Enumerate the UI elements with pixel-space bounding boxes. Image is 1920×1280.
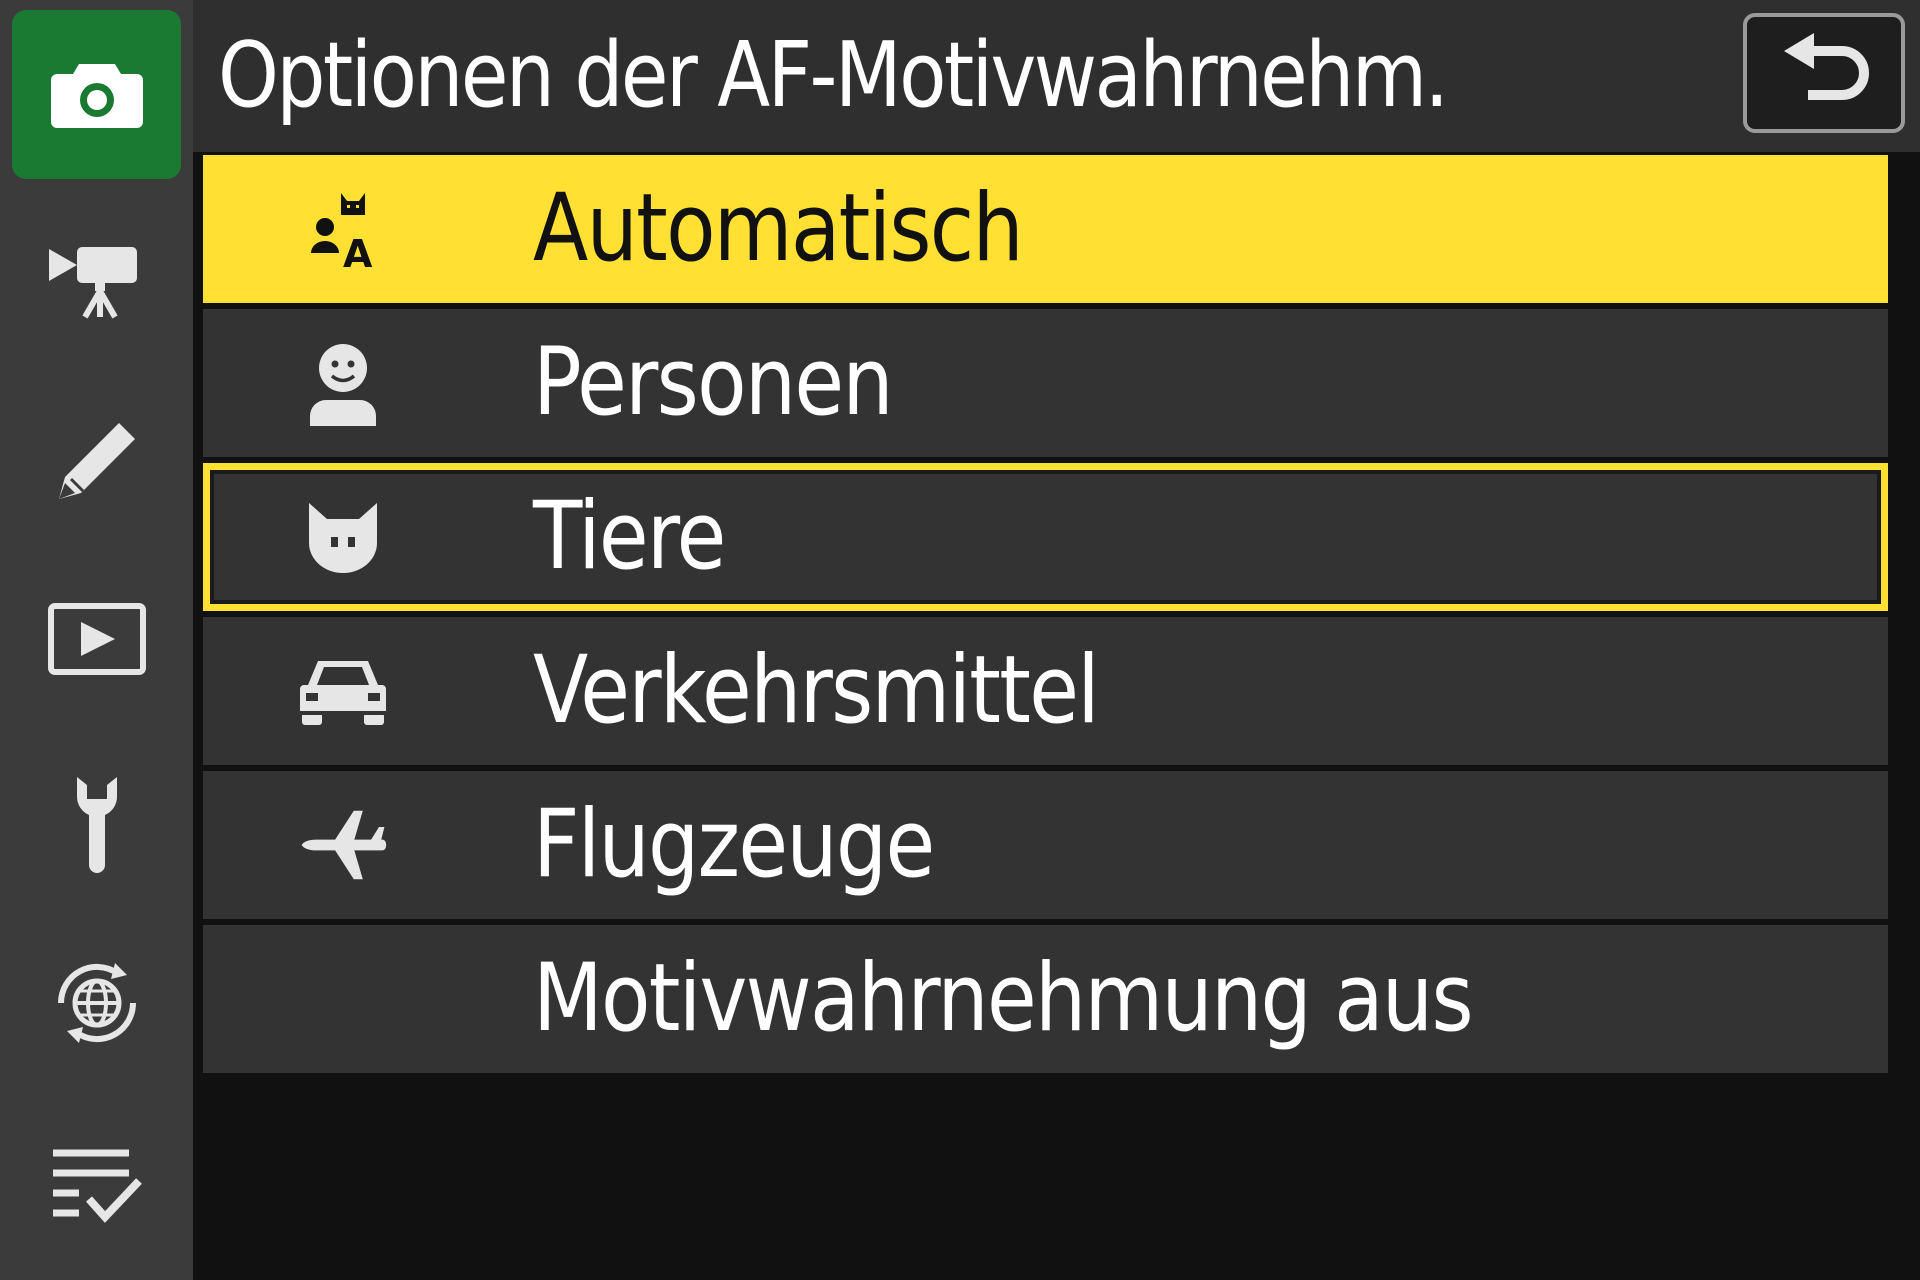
vehicle-icon [298, 646, 388, 736]
menu-header: Optionen der AF-Motivwahrnehm. [193, 0, 1920, 152]
playback-icon [47, 602, 146, 675]
airplane-icon [298, 800, 388, 890]
menu-item-label: Personen [533, 328, 894, 437]
checklist-icon [52, 1149, 142, 1223]
pencil-icon [58, 422, 135, 499]
menu-item-automatisch[interactable]: A Automatisch [203, 155, 1888, 303]
menu-item-label: Verkehrsmittel [533, 636, 1100, 745]
menu-item-tiere[interactable]: Tiere [203, 463, 1888, 611]
back-button[interactable] [1743, 13, 1905, 133]
menu-item-personen[interactable]: Personen [203, 309, 1888, 457]
menu-item-verkehrsmittel[interactable]: Verkehrsmittel [203, 617, 1888, 765]
tab-playback[interactable] [12, 555, 181, 724]
camera-menu-screen: Optionen der AF-Motivwahrnehm. A Automat… [0, 0, 1920, 1280]
menu-item-label: Automatisch [533, 174, 1024, 283]
network-globe-icon [57, 962, 136, 1043]
tab-my-menu[interactable] [12, 1100, 181, 1269]
tab-setup[interactable] [12, 738, 181, 907]
menu-item-flugzeuge[interactable]: Flugzeuge [203, 771, 1888, 919]
auto-subject-icon: A [298, 184, 388, 274]
page-title: Optionen der AF-Motivwahrnehm. [218, 23, 1449, 128]
tab-movie-recording[interactable] [12, 196, 181, 365]
menu-item-motivwahrnehmung-aus[interactable]: Motivwahrnehmung aus [203, 925, 1888, 1073]
menu-item-label: Motivwahrnehmung aus [533, 944, 1474, 1053]
wrench-icon [76, 776, 117, 873]
menu-item-label: Tiere [533, 482, 726, 591]
tab-network[interactable] [12, 918, 181, 1087]
menu-tab-rail [0, 0, 193, 1280]
animal-icon [298, 492, 388, 582]
person-icon [298, 338, 388, 428]
subject-detection-menu: A Automatisch Personen Tiere Verkehrsmit… [203, 155, 1888, 1079]
camera-icon [50, 63, 143, 128]
tab-photo-shooting[interactable] [12, 10, 181, 179]
return-arrow-icon [1784, 33, 1869, 100]
tab-custom-settings[interactable] [12, 376, 181, 545]
menu-item-label: Flugzeuge [533, 790, 935, 899]
svg-text:A: A [343, 232, 373, 269]
movie-camera-icon [48, 246, 137, 318]
